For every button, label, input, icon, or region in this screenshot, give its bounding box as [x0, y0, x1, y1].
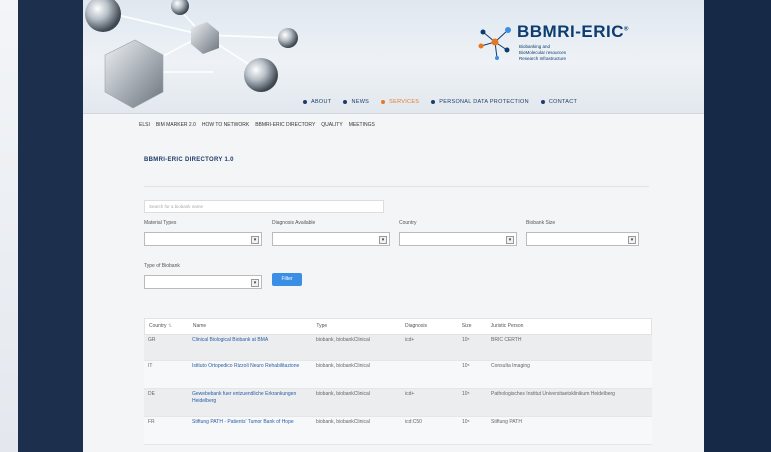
bullet-icon — [303, 100, 307, 104]
cell-country: GR — [148, 337, 156, 343]
nav-news[interactable]: NEWS — [343, 99, 369, 105]
nav-about[interactable]: ABOUT — [303, 99, 331, 105]
material-types-select[interactable]: ▾ — [144, 232, 262, 246]
subnav-directory[interactable]: BBMRI-ERIC DIRECTORY — [255, 122, 315, 128]
nav-personal-data[interactable]: PERSONAL DATA PROTECTION — [431, 99, 529, 105]
column-size[interactable]: Size — [458, 321, 487, 332]
material-types-label: Material Types — [144, 220, 177, 226]
divider — [144, 186, 649, 187]
dropdown-arrow-icon: ▾ — [251, 279, 259, 287]
dropdown-arrow-icon: ▾ — [251, 236, 259, 244]
sphere-bottom-right — [244, 58, 278, 92]
diagnosis-available-select[interactable]: ▾ — [272, 232, 390, 246]
bullet-icon — [431, 100, 436, 104]
subnav-quality[interactable]: QUALITY — [321, 122, 342, 128]
table-row: IT Istituto Ortopedico Rizzoli Neuro Reh… — [144, 361, 652, 389]
biobank-link[interactable]: Gewebebank fuer entzuendliche Erkrankung… — [188, 389, 312, 416]
cell-type: biobank, biobankClinical — [316, 337, 370, 343]
biobank-link[interactable]: Clinical Biological Biobank at BMA — [188, 335, 312, 360]
sphere-top-left — [85, 0, 121, 32]
cell-diagnosis: icd:C50 — [405, 419, 422, 425]
cell-juristic-person: Pathologisches Institut Universitaetskli… — [491, 391, 615, 397]
biobank-size-label: Biobank Size — [526, 220, 556, 226]
cell-type: biobank, biobankClinical — [316, 363, 370, 369]
diagnosis-available-label: Diagnosis Available — [272, 220, 316, 226]
cell-country: DE — [148, 391, 155, 397]
subnav-bim-marker[interactable]: BIM MARKER 2.0 — [156, 122, 196, 128]
subnav-elsi[interactable]: ELSI — [139, 122, 150, 128]
table-row: GR Clinical Biological Biobank at BMA bi… — [144, 335, 652, 361]
bullet-icon — [540, 100, 545, 104]
page-title: BBMRI-ERIC DIRECTORY 1.0 — [144, 157, 234, 163]
biobank-link[interactable]: Istituto Ortopedico Rizzoli Neuro Rehabi… — [188, 361, 312, 388]
column-name[interactable]: Name — [189, 321, 313, 332]
country-select[interactable]: ▾ — [399, 232, 517, 246]
nav-contact[interactable]: CONTACT — [540, 99, 577, 105]
sort-icon: ⇅ — [167, 323, 173, 330]
type-of-biobank-select[interactable]: ▾ — [144, 275, 262, 289]
cell-type: biobank, biobankClinical — [316, 419, 370, 425]
bullet-icon — [381, 100, 386, 104]
country-label: Country — [399, 220, 417, 226]
cell-country: FR — [148, 419, 155, 425]
table-header: Country ⇅ Name Type Diagnosis Size Juris… — [144, 318, 652, 335]
cell-size: 10⁵ — [462, 419, 470, 425]
sub-nav: ELSI BIM MARKER 2.0 HOW TO NETWORK BBMRI… — [139, 122, 375, 128]
cell-juristic-person: Consulta Imaging — [491, 363, 530, 369]
column-type[interactable]: Type — [312, 321, 401, 332]
biobank-table: Country ⇅ Name Type Diagnosis Size Juris… — [144, 318, 652, 445]
site-header: BBMRI-ERIC® Biobanking and BioMolecular … — [83, 0, 704, 114]
bbmri-logo[interactable]: BBMRI-ERIC® Biobanking and BioMolecular … — [475, 20, 645, 70]
cube-left — [104, 39, 164, 109]
table-row: DE Gewebebank fuer entzuendliche Erkrank… — [144, 389, 652, 417]
cell-size: 10⁵ — [462, 363, 470, 369]
sphere-right — [278, 28, 298, 48]
biobank-link[interactable]: Stiftung PATH - Patients' Tumor Bank of … — [188, 417, 312, 444]
dropdown-arrow-icon: ▾ — [628, 236, 636, 244]
subnav-how-to-network[interactable]: HOW TO NETWORK — [202, 122, 249, 128]
cell-juristic-person: BRIC CERTH — [491, 337, 522, 343]
background-right — [704, 0, 771, 452]
column-juristic-person[interactable]: Juristic Person — [487, 321, 651, 332]
cell-size: 10⁵ — [462, 337, 470, 343]
cell-country: IT — [148, 363, 153, 369]
logo-subtitle: Biobanking and BioMolecular resources Re… — [519, 44, 567, 61]
main-nav: ABOUT NEWS SERVICES PERSONAL DATA PROTEC… — [303, 99, 577, 105]
cell-juristic-person: Stiftung PATH — [491, 419, 522, 425]
cell-diagnosis — [401, 361, 458, 388]
subnav-meetings[interactable]: MEETINGS — [349, 122, 375, 128]
dropdown-arrow-icon: ▾ — [379, 236, 387, 244]
cell-diagnosis: icd+ — [405, 391, 415, 397]
column-country[interactable]: Country ⇅ — [145, 321, 189, 332]
background-left — [0, 0, 18, 452]
cube-center — [191, 22, 219, 54]
table-row: FR Stiftung PATH - Patients' Tumor Bank … — [144, 417, 652, 445]
sphere-top — [171, 0, 189, 15]
cell-diagnosis: icd+ — [405, 337, 415, 343]
type-of-biobank-label: Type of Biobank — [144, 263, 180, 269]
biobank-size-select[interactable]: ▾ — [526, 232, 639, 246]
cell-size: 10⁵ — [462, 391, 470, 397]
bullet-icon — [343, 100, 348, 104]
network-logo-icon — [478, 27, 511, 60]
molecule-graphic — [85, 0, 298, 109]
page: BBMRI-ERIC® Biobanking and BioMolecular … — [83, 0, 704, 452]
filter-button[interactable]: Filter — [272, 273, 302, 286]
logo-title: BBMRI-ERIC® — [517, 22, 629, 41]
column-diagnosis[interactable]: Diagnosis — [401, 321, 458, 332]
dropdown-arrow-icon: ▾ — [506, 236, 514, 244]
nav-services[interactable]: SERVICES — [381, 99, 419, 105]
search-input[interactable]: Search for a biobank name — [144, 200, 384, 213]
cell-type: biobank, biobankClinical — [316, 391, 370, 397]
